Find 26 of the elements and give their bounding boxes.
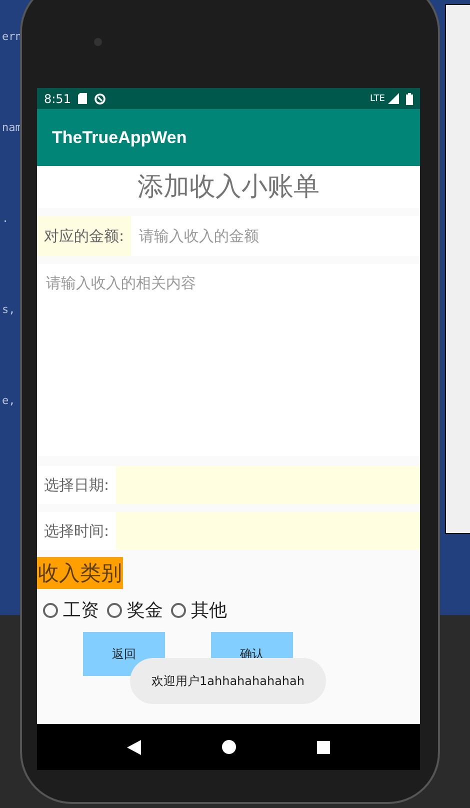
back-icon[interactable]	[127, 740, 142, 754]
time-field[interactable]	[116, 512, 420, 550]
code-text: e,	[1, 394, 16, 407]
amount-field[interactable]: 请输入收入的金额	[131, 216, 420, 256]
radio-option[interactable]: 奖金	[107, 598, 163, 622]
sd-card-icon	[78, 93, 87, 104]
app-title: TheTrueAppWen	[52, 128, 187, 148]
status-time: 8:51	[44, 92, 71, 106]
code-text: .	[1, 212, 9, 225]
time-label: 选择时间:	[37, 512, 116, 550]
data-saver-icon	[94, 92, 106, 104]
page-heading: 添加收入小账单	[37, 166, 420, 208]
content-field[interactable]: 请输入收入的相关内容	[37, 264, 420, 456]
date-field[interactable]	[116, 466, 420, 504]
network-type: LTE	[370, 94, 385, 104]
radio-option[interactable]: 工资	[43, 598, 99, 622]
date-label: 选择日期:	[37, 466, 116, 504]
amount-label: 对应的金额:	[37, 216, 132, 256]
home-icon[interactable]	[222, 740, 236, 754]
recents-icon[interactable]	[316, 740, 330, 754]
signal-icon	[388, 93, 399, 104]
battery-icon	[406, 92, 413, 104]
code-text: s,	[1, 303, 16, 316]
category-heading: 收入类别	[37, 557, 123, 589]
welcome-toast: 欢迎用户1ahhahahahahah	[130, 658, 326, 704]
radio-option[interactable]: 其他	[171, 598, 227, 622]
